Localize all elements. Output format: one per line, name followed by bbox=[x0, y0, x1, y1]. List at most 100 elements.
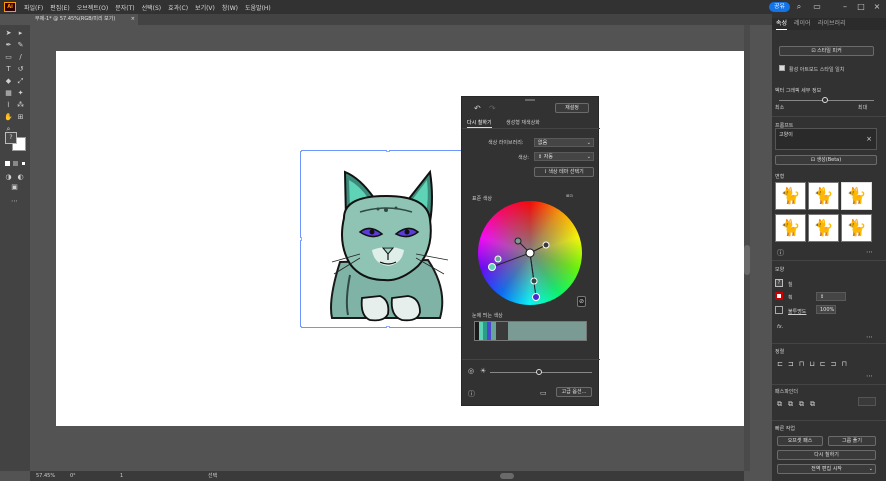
zoom-field[interactable]: 57.45% bbox=[36, 471, 55, 481]
start-global-edit-button[interactable]: 전역 편집 시작 ⌄ bbox=[777, 464, 876, 474]
style-picker-button[interactable]: ⊡ 스타일 피커 bbox=[779, 46, 874, 56]
menu-effect[interactable]: 효과(C) bbox=[168, 3, 188, 12]
direct-selection-icon[interactable]: ▸ bbox=[16, 29, 25, 37]
tab-recolor[interactable]: 다시 칠하기 bbox=[467, 119, 492, 128]
artboard-number[interactable]: 1 bbox=[120, 471, 123, 481]
close-tab-icon[interactable]: × bbox=[131, 14, 135, 25]
variation-thumbnail[interactable]: 🐈 bbox=[841, 214, 872, 242]
draw-inside-icon[interactable]: ◐ bbox=[16, 173, 25, 181]
variation-thumbnail[interactable]: 🐈 bbox=[841, 182, 872, 210]
prominent-swatch-bar[interactable] bbox=[474, 321, 587, 341]
screen-mode-icon[interactable]: ▣ bbox=[10, 183, 19, 191]
redo-icon[interactable]: ↷ bbox=[489, 104, 496, 113]
minimize-icon[interactable]: – bbox=[840, 2, 850, 12]
align-buttons-icon[interactable]: ⊏⊐⊓⊔⊏⊐⊓ bbox=[777, 360, 852, 368]
tab-libraries[interactable]: 라이브러리 bbox=[818, 18, 846, 30]
type-tool-icon[interactable]: T bbox=[4, 65, 13, 73]
cat-illustration[interactable] bbox=[300, 150, 477, 328]
link-harmony-icon[interactable]: ⊞⊡ bbox=[566, 193, 573, 198]
color-wheel[interactable] bbox=[478, 201, 582, 305]
more-icon[interactable]: ⋯ bbox=[866, 333, 873, 341]
maximize-icon[interactable]: □ bbox=[856, 2, 866, 12]
prominent-swatch[interactable] bbox=[496, 322, 509, 340]
stroke-label[interactable]: 획 bbox=[788, 294, 793, 301]
undo-icon[interactable]: ↶ bbox=[474, 104, 481, 113]
ungroup-button[interactable]: 그룹 풀기 bbox=[828, 436, 876, 446]
variation-thumbnail[interactable]: 🐈 bbox=[808, 182, 839, 210]
offset-path-button[interactable]: 오프셋 패스 bbox=[777, 436, 823, 446]
mesh-tool-icon[interactable]: ✦ bbox=[16, 89, 25, 97]
variation-thumbnail[interactable]: 🐈 bbox=[775, 182, 806, 210]
eraser-tool-icon[interactable]: ◆ bbox=[4, 77, 13, 85]
brush-tool-icon[interactable]: / bbox=[16, 53, 25, 61]
folder-icon[interactable]: ▭ bbox=[540, 389, 547, 397]
gradient-tool-icon[interactable]: ▦ bbox=[4, 89, 13, 97]
opacity-input[interactable]: 100% bbox=[816, 305, 836, 314]
brightness-icon[interactable]: ☀ bbox=[480, 367, 486, 375]
clear-icon[interactable]: × bbox=[866, 135, 872, 143]
colors-select[interactable]: ⇕ 자동 ⌄ bbox=[534, 152, 594, 161]
more-icon[interactable]: ⋯ bbox=[866, 248, 873, 256]
recolor-button[interactable]: 다시 칠하기 bbox=[777, 450, 876, 460]
prominent-swatch[interactable] bbox=[508, 322, 586, 340]
expand-button[interactable] bbox=[858, 397, 876, 406]
none-mode-icon[interactable] bbox=[21, 161, 26, 166]
draw-mode-icon[interactable]: ◑ bbox=[4, 173, 13, 181]
wheel-mode-icon[interactable]: ◎ bbox=[468, 367, 474, 375]
rectangle-tool-icon[interactable]: ▭ bbox=[4, 53, 13, 61]
brightness-slider-thumb[interactable] bbox=[536, 369, 542, 375]
status-mode[interactable]: 선택 bbox=[208, 471, 217, 481]
fill-label[interactable]: 칠 bbox=[788, 281, 793, 288]
reset-button[interactable]: 재설정 bbox=[555, 103, 589, 113]
tab-generative-recolor[interactable]: 생성형 재색상화 bbox=[506, 119, 540, 126]
menu-help[interactable]: 도움말(H) bbox=[245, 3, 271, 12]
info-icon[interactable]: ⓘ bbox=[777, 248, 784, 258]
rotate-tool-icon[interactable]: ↺ bbox=[16, 65, 25, 73]
fill-swatch[interactable]: ? bbox=[5, 132, 17, 144]
pathfinder-buttons-icon[interactable]: ⧉⧉⧉⧉ bbox=[777, 400, 821, 409]
horizontal-scroll-thumb[interactable] bbox=[500, 473, 514, 479]
advanced-options-button[interactable]: 고급 옵션... bbox=[556, 387, 592, 397]
fill-color-icon[interactable]: ? bbox=[775, 279, 783, 287]
panel-grip[interactable] bbox=[525, 99, 535, 101]
close-window-icon[interactable]: × bbox=[872, 2, 882, 12]
vertical-scroll-thumb[interactable] bbox=[744, 245, 750, 275]
fx-button[interactable]: fx. bbox=[777, 324, 783, 330]
color-handles[interactable] bbox=[478, 201, 582, 305]
pen-tool-icon[interactable]: ✒ bbox=[4, 41, 13, 49]
style-match-checkbox[interactable] bbox=[779, 65, 785, 71]
blend-tool-icon[interactable]: ⁂ bbox=[16, 101, 25, 109]
more-icon[interactable]: ⋯ bbox=[866, 372, 873, 380]
menu-edit[interactable]: 편집(E) bbox=[50, 3, 70, 12]
variation-thumbnail[interactable]: 🐈 bbox=[775, 214, 806, 242]
workspace-icon[interactable]: ▭ bbox=[812, 2, 822, 12]
search-icon[interactable]: ⌕ bbox=[794, 2, 804, 12]
document-tab[interactable]: 무제-1* @ 57.45%(RGB/미리 보기) × bbox=[30, 14, 138, 25]
menu-file[interactable]: 파일(F) bbox=[24, 3, 43, 12]
scale-tool-icon[interactable]: ⤢ bbox=[16, 77, 25, 85]
menu-select[interactable]: 선택(S) bbox=[142, 3, 162, 12]
tab-properties[interactable]: 속성 bbox=[776, 18, 788, 30]
vertical-scrollbar[interactable] bbox=[744, 25, 750, 471]
variation-thumbnail[interactable]: 🐈 bbox=[808, 214, 839, 242]
hand-tool-icon[interactable]: ✋ bbox=[4, 113, 13, 121]
generate-button[interactable]: ⊡ 생성(Beta) bbox=[775, 155, 877, 165]
tab-layers[interactable]: 레이어 bbox=[794, 18, 811, 30]
stroke-color-icon[interactable] bbox=[775, 292, 783, 300]
menu-type[interactable]: 문자(T) bbox=[115, 3, 134, 12]
color-mode-icon[interactable] bbox=[5, 161, 10, 166]
share-button[interactable]: 공유 bbox=[768, 2, 790, 12]
eyedropper-icon[interactable]: ⌇ bbox=[4, 101, 13, 109]
menu-object[interactable]: 오브젝트(O) bbox=[77, 3, 109, 12]
opacity-label[interactable]: 불투명도 bbox=[788, 308, 806, 315]
curvature-tool-icon[interactable]: ✎ bbox=[16, 41, 25, 49]
rotation-field[interactable]: 0° bbox=[70, 471, 76, 481]
detail-slider-thumb[interactable] bbox=[822, 97, 828, 103]
theme-picker-button[interactable]: ⌇ 색상 테마 선택기 bbox=[534, 167, 594, 177]
library-select[interactable]: 없음 ⌄ bbox=[534, 138, 594, 147]
link-icon[interactable]: ⊘ bbox=[577, 296, 586, 307]
selection-tool-icon[interactable]: ➤ bbox=[4, 29, 13, 37]
menu-window[interactable]: 창(W) bbox=[222, 3, 238, 12]
more-tools-icon[interactable]: ⋯ bbox=[10, 197, 19, 205]
gradient-mode-icon[interactable] bbox=[13, 161, 18, 166]
